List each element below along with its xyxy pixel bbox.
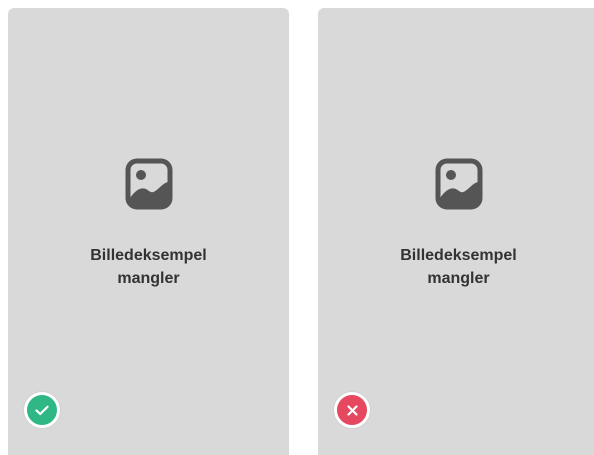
image-card-incorrect: Billedeksempel mangler bbox=[318, 8, 594, 455]
placeholder-caption: Billedeksempel mangler bbox=[400, 247, 517, 287]
image-placeholder-icon bbox=[125, 158, 172, 210]
image-placeholder: Billedeksempel mangler bbox=[318, 158, 594, 290]
image-placeholder-icon bbox=[435, 158, 482, 210]
status-badge-incorrect bbox=[334, 392, 370, 428]
check-icon bbox=[35, 405, 49, 415]
status-badge-correct bbox=[24, 392, 60, 428]
image-placeholder: Billedeksempel mangler bbox=[8, 158, 289, 290]
placeholder-caption: Billedeksempel mangler bbox=[90, 247, 207, 287]
image-card-correct: Billedeksempel mangler bbox=[8, 8, 289, 455]
close-icon bbox=[346, 404, 358, 416]
comparison-stage: Billedeksempel mangler Billedeksempel ma… bbox=[0, 0, 594, 455]
